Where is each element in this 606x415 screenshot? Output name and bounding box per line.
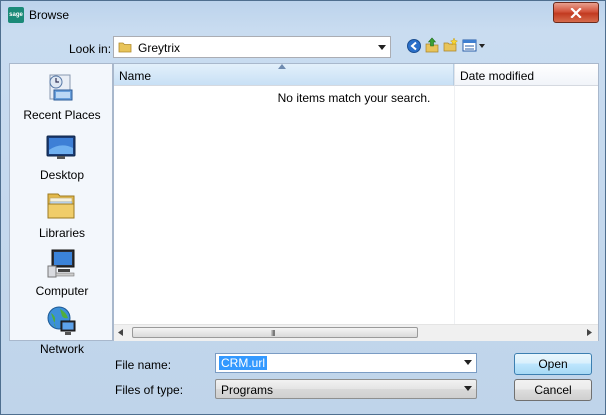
network-icon <box>47 306 76 335</box>
libraries-icon <box>47 193 75 219</box>
view-menu-icon[interactable] <box>462 39 486 53</box>
sort-ascending-icon <box>278 64 286 69</box>
file-type-select[interactable]: Programs <box>215 379 477 399</box>
place-label: Network <box>39 342 84 356</box>
look-in-label: Look in: <box>69 42 112 56</box>
window-title: Browse <box>29 8 70 22</box>
file-type-label: Files of type: <box>115 383 184 397</box>
place-network[interactable]: Network <box>10 304 114 358</box>
recent-places-icon <box>49 74 73 101</box>
file-name-input[interactable]: CRM.url <box>215 353 477 373</box>
scrollbar-thumb[interactable]: III <box>132 327 418 338</box>
empty-message: No items match your search. <box>277 91 431 105</box>
cancel-button[interactable]: Cancel <box>514 379 592 401</box>
desktop-icon <box>46 135 76 159</box>
scrollbar-grip: III <box>271 329 276 338</box>
title-bar: sage Browse <box>1 1 605 31</box>
places-bar: Recent Places Desktop Libraries Computer… <box>9 63 114 356</box>
place-libraries[interactable]: Libraries <box>10 188 114 242</box>
folder-icon <box>118 42 132 53</box>
scroll-right-icon[interactable] <box>587 329 592 336</box>
place-computer[interactable]: Computer <box>10 246 114 300</box>
column-header-name[interactable]: Name <box>114 64 454 86</box>
place-desktop[interactable]: Desktop <box>10 130 114 184</box>
column-label-date-modified: Date modified <box>460 69 535 83</box>
up-folder-icon[interactable] <box>425 37 439 53</box>
file-list[interactable]: Name Date modified No items match your s… <box>113 63 599 341</box>
chevron-down-icon[interactable] <box>464 360 472 365</box>
look-in-combo[interactable]: Greytrix <box>113 36 391 58</box>
column-header-date-modified[interactable]: Date modified <box>454 64 598 86</box>
browse-dialog: sage Browse Look in: Greytrix Recent Pla… <box>0 0 606 415</box>
place-label: Libraries <box>38 226 86 240</box>
file-type-value: Programs <box>221 383 274 397</box>
column-divider <box>454 86 455 324</box>
chevron-down-icon <box>464 386 472 391</box>
close-button[interactable] <box>553 2 599 23</box>
place-label: Computer <box>35 284 89 298</box>
computer-icon <box>47 249 75 278</box>
open-button[interactable]: Open <box>514 353 592 375</box>
app-icon: sage <box>8 7 24 23</box>
scroll-left-icon[interactable] <box>118 329 123 336</box>
place-label: Recent Places <box>23 108 101 122</box>
close-icon <box>570 7 582 18</box>
file-name-label: File name: <box>115 358 172 372</box>
chevron-down-icon <box>378 45 386 50</box>
look-in-value: Greytrix <box>138 41 180 55</box>
back-icon[interactable] <box>407 39 421 53</box>
column-label-name: Name <box>119 69 152 83</box>
file-name-value: CRM.url <box>219 356 267 370</box>
horizontal-scrollbar[interactable]: III <box>114 324 598 341</box>
place-recent-places[interactable]: Recent Places <box>10 70 114 124</box>
new-folder-icon[interactable] <box>443 37 459 53</box>
place-label: Desktop <box>39 168 85 182</box>
